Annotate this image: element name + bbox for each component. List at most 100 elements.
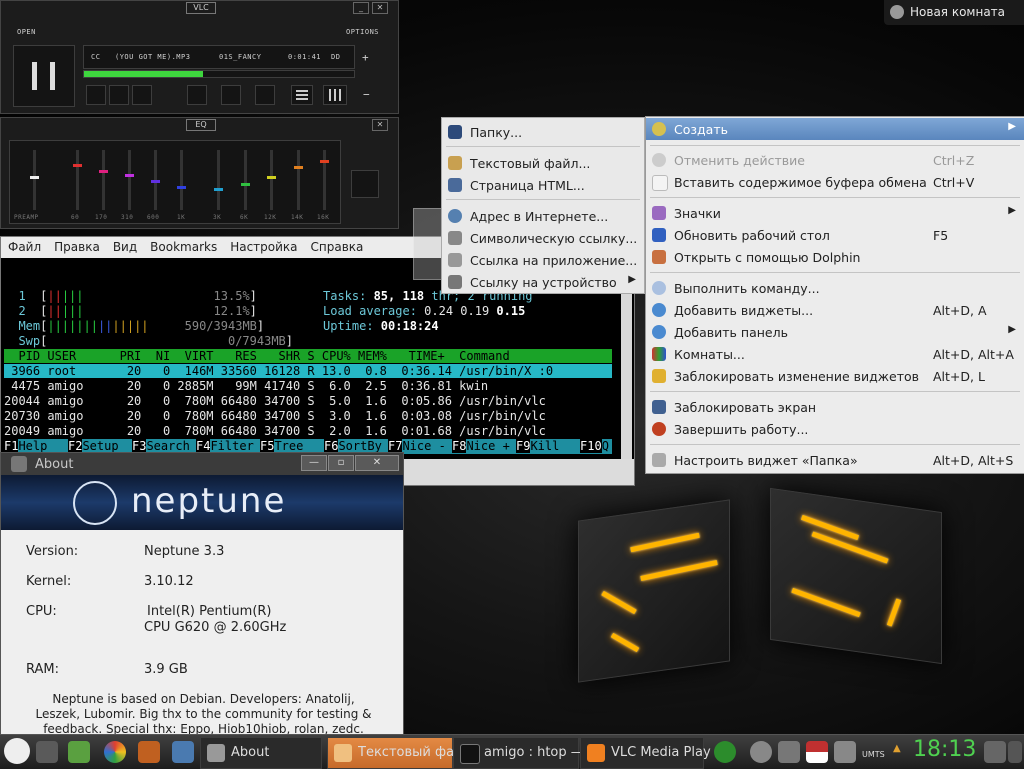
notifications-icon[interactable] <box>984 741 1006 763</box>
htop-row[interactable]: 20730 amigo 20 0 780M 66480 34700 S 3.0 … <box>4 409 546 424</box>
activity-room[interactable]: Новая комната <box>884 0 1024 25</box>
eq-band-slider[interactable] <box>125 150 134 210</box>
configure-icon <box>652 453 666 467</box>
menu-lock-widgets[interactable]: Заблокировать изменение виджетов Alt+D, L <box>646 365 1024 387</box>
menu-open-dolphin[interactable]: Открыть с помощью Dolphin <box>646 246 1024 268</box>
submenu-symlink[interactable]: Символическую ссылку... <box>442 227 644 249</box>
vlc-skin-button-1[interactable] <box>187 85 207 105</box>
menu-paste[interactable]: Вставить содержимое буфера обмена Ctrl+V <box>646 171 1024 193</box>
browser-icon[interactable] <box>104 741 126 763</box>
vlc-player-window[interactable]: VLC _ ✕ OPEN OPTIONS CC (YOU GOT ME).MP3… <box>0 0 399 114</box>
menu-add-panel[interactable]: Добавить панель ▶ <box>646 321 1024 343</box>
menu-bookmarks[interactable]: Bookmarks <box>143 237 223 254</box>
media-play-icon[interactable] <box>714 741 736 763</box>
chevron-right-icon: ▶ <box>1008 121 1016 132</box>
vlc-playlist-button[interactable] <box>291 85 313 105</box>
menu-refresh-desktop[interactable]: Обновить рабочий стол F5 <box>646 224 1024 246</box>
vlc-next-icon[interactable]: DD <box>331 53 340 61</box>
htop-row[interactable]: 20049 amigo 20 0 780M 66480 34700 S 2.0 … <box>4 424 546 439</box>
menu-configure-folder-widget[interactable]: Настроить виджет «Папка» Alt+D, Alt+S <box>646 449 1024 471</box>
menu-run-command[interactable]: Выполнить команду... <box>646 277 1024 299</box>
eq-preset-button[interactable] <box>351 170 379 198</box>
eq-band-slider[interactable] <box>214 150 223 210</box>
fkey-nice-plus[interactable]: F8Nice + <box>452 439 510 454</box>
vlc-options-button[interactable]: OPTIONS <box>346 28 379 36</box>
submenu-folder[interactable]: Папку... <box>442 121 644 143</box>
keyboard-layout-icon[interactable] <box>806 741 828 763</box>
about-window[interactable]: About — ▫ ✕ neptune Version: Neptune 3.3… <box>0 452 404 736</box>
close-button[interactable]: ✕ <box>355 455 399 471</box>
preamp-slider[interactable] <box>30 150 39 210</box>
menu-logout[interactable]: Завершить работу... <box>646 418 1024 440</box>
vlc-open-button[interactable]: OPEN <box>17 28 36 36</box>
vlc-seek-bar[interactable] <box>83 70 355 78</box>
scissors-icon[interactable] <box>778 741 800 763</box>
htop-row[interactable]: 20044 amigo 20 0 780M 66480 34700 S 5.0 … <box>4 394 546 409</box>
menu-undo[interactable]: Отменить действие Ctrl+Z <box>646 149 1024 171</box>
menu-lock-screen[interactable]: Заблокировать экран <box>646 396 1024 418</box>
eq-band-slider[interactable] <box>320 150 329 210</box>
vlc-volume-down-icon[interactable]: − <box>363 88 370 101</box>
menu-help[interactable]: Справка <box>304 237 370 254</box>
network-label[interactable]: UMTS <box>862 750 885 759</box>
vlc-skin-button-2[interactable] <box>221 85 241 105</box>
eq-band-slider[interactable] <box>241 150 250 210</box>
submenu-html-page[interactable]: Страница HTML... <box>442 174 644 196</box>
submenu-app-link[interactable]: Ссылка на приложение... <box>442 249 644 271</box>
gear-icon[interactable] <box>750 741 772 763</box>
vlc-repeat-button[interactable] <box>109 85 129 105</box>
create-icon <box>652 122 666 136</box>
tray-expand-icon[interactable]: ▲ <box>893 743 901 754</box>
menu-rooms[interactable]: Комнаты... Alt+D, Alt+A <box>646 343 1024 365</box>
eq-band-slider[interactable] <box>99 150 108 210</box>
vlc-close-button[interactable]: ✕ <box>372 2 388 14</box>
eq-band-slider[interactable] <box>267 150 276 210</box>
maximize-button[interactable]: ▫ <box>328 455 354 471</box>
task-terminal[interactable]: amigo : htop — <box>453 737 584 769</box>
htop-row[interactable]: 4475 amigo 20 0 2885M 99M 41740 S 6.0 2.… <box>4 379 488 394</box>
htop-selected-row[interactable]: 3966 root 20 0 146M 33560 16128 R 13.0 0… <box>4 364 612 378</box>
eq-close-button[interactable]: ✕ <box>372 119 388 131</box>
vlc-prev-icon[interactable]: CC <box>91 53 100 61</box>
menu-create[interactable]: Создать ▶ <box>646 118 1024 140</box>
vlc-play-pause-button[interactable] <box>13 45 75 107</box>
show-desktop-icon[interactable] <box>36 741 58 763</box>
game-icon[interactable] <box>138 741 160 763</box>
eq-band-slider[interactable] <box>151 150 160 210</box>
menu-add-widgets[interactable]: Добавить виджеты... Alt+D, A <box>646 299 1024 321</box>
vlc-volume-up-icon[interactable]: + <box>362 51 369 64</box>
menu-settings[interactable]: Настройка <box>223 237 303 254</box>
eq-band-slider[interactable] <box>294 150 303 210</box>
fkey-kill[interactable]: F9Kill <box>516 439 574 454</box>
vlc-fullscreen-button[interactable] <box>255 85 275 105</box>
vlc-equalizer-window[interactable]: EQ ✕ PREAMP 60 170 310 600 1K 3K 6K 12K … <box>0 117 399 229</box>
vlc-stop-button[interactable] <box>86 85 106 105</box>
about-titlebar[interactable]: About — ▫ ✕ <box>1 453 403 475</box>
submenu-text-file[interactable]: Текстовый файл... <box>442 152 644 174</box>
task-about[interactable]: About <box>200 737 322 769</box>
htop-column-header[interactable]: PID USER PRI NI VIRT RES SHR S CPU% MEM%… <box>4 349 612 363</box>
task-vlc[interactable]: VLC Media Play <box>580 737 711 769</box>
taskbar-clock[interactable]: 18:13 <box>913 737 976 762</box>
vlc-minimize-button[interactable]: _ <box>353 2 369 14</box>
file-manager-icon[interactable] <box>68 741 90 763</box>
menu-icons[interactable]: Значки ▶ <box>646 202 1024 224</box>
paste-icon <box>652 175 668 191</box>
submenu-device-link[interactable]: Ссылку на устройство ▶ <box>442 271 644 293</box>
eq-band-slider[interactable] <box>177 150 186 210</box>
menu-file[interactable]: Файл <box>1 237 47 254</box>
menu-view[interactable]: Вид <box>106 237 143 254</box>
eq-band-slider[interactable] <box>73 150 82 210</box>
task-text-file[interactable]: Текстовый фа <box>327 737 454 769</box>
vlc-shuffle-button[interactable] <box>132 85 152 105</box>
chevron-right-icon: ▶ <box>628 274 636 285</box>
vlc-equalizer-button[interactable] <box>323 85 347 105</box>
system-settings-icon[interactable] <box>172 741 194 763</box>
menu-edit[interactable]: Правка <box>47 237 106 254</box>
fkey-quit[interactable]: F10Q <box>580 439 609 454</box>
volume-icon[interactable] <box>834 741 856 763</box>
submenu-internet-link[interactable]: Адрес в Интернете... <box>442 205 644 227</box>
plasma-cashew-icon[interactable] <box>1008 741 1022 763</box>
minimize-button[interactable]: — <box>301 455 327 471</box>
debian-menu-icon[interactable] <box>4 738 30 764</box>
